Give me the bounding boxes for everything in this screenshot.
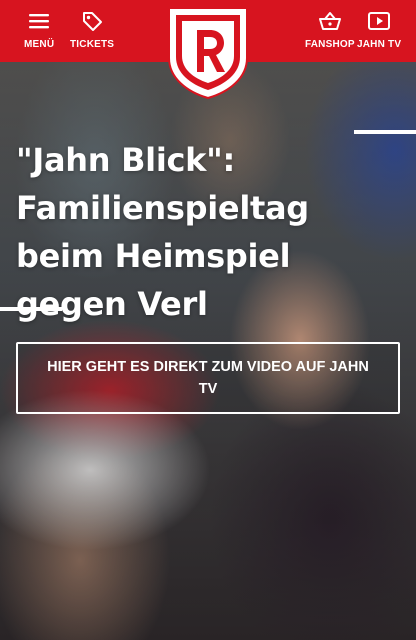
club-crest-logo[interactable] [167, 6, 249, 100]
jahn-tv-label: JAHN TV [357, 39, 402, 50]
jahn-tv-button[interactable]: JAHN TV [357, 9, 401, 50]
menu-button[interactable]: MENÜ [24, 9, 54, 50]
watch-video-label: HIER GEHT ES DIREKT ZUM VIDEO AUF JAHN T… [47, 359, 369, 397]
fanshop-label: FANSHOP [305, 39, 355, 50]
tickets-label: TICKETS [70, 39, 115, 50]
menu-label: MENÜ [24, 39, 55, 50]
fanshop-button[interactable]: FANSHOP [305, 9, 355, 50]
ticket-tag-icon [80, 9, 104, 33]
play-video-icon [367, 9, 391, 33]
shopping-basket-icon [318, 9, 342, 33]
hamburger-icon [27, 9, 51, 33]
hero-headline: "Jahn Blick": Familienspieltag beim Heim… [16, 141, 309, 323]
watch-video-button[interactable]: HIER GEHT ES DIREKT ZUM VIDEO AUF JAHN T… [16, 342, 400, 414]
decorative-line-bottom [0, 307, 62, 311]
page: MENÜ TICKETS FANSHOP JAHN TV "Jahn Blick… [0, 0, 416, 640]
top-navigation-bar: MENÜ TICKETS FANSHOP JAHN TV [0, 0, 416, 100]
decorative-line-top [354, 130, 416, 134]
tickets-button[interactable]: TICKETS [70, 9, 114, 50]
